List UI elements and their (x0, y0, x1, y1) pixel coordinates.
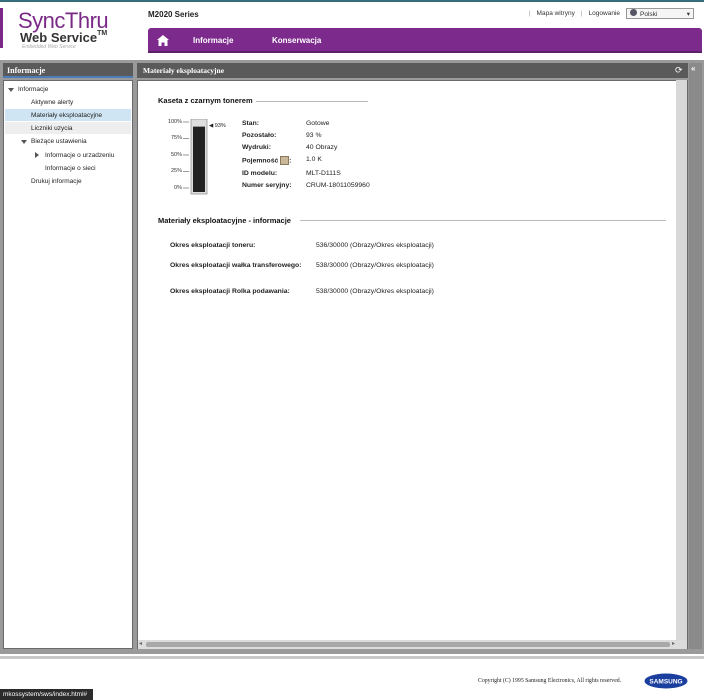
logo-trademark: TM (97, 30, 108, 37)
sidebar-item-biezace-ustawienia[interactable]: Bieżące ustawienia (31, 138, 87, 145)
capacity-colon: : (289, 157, 292, 165)
language-value: Polski (640, 11, 658, 18)
nav-tab-konserwacja[interactable]: Konserwacja (272, 36, 321, 45)
svg-text:SAMSUNG: SAMSUNG (649, 679, 682, 686)
sidebar-item-informacje[interactable]: Informacje (18, 86, 48, 93)
samsung-logo: SAMSUNG (644, 673, 688, 689)
sidebar-item-materialy[interactable]: Materiały eksploatacyjne (31, 112, 102, 119)
collapse-arrow-icon[interactable] (34, 152, 40, 158)
copyright-text: Copyright (C) 1995 Samsung Electronics, … (478, 678, 622, 684)
top-accent-line (0, 0, 704, 2)
main-nav-bar-edge (148, 51, 702, 53)
globe-icon (630, 9, 637, 16)
expand-arrow-icon[interactable] (8, 87, 14, 93)
toner-life-value: 536/30000 (Obrazy/Okres eksploatacji) (316, 242, 434, 249)
capacity-label: Pojemność : (242, 156, 291, 165)
capacity-value: 1.0 K (306, 156, 322, 163)
serial-label: Numer seryjny: (242, 182, 292, 189)
pickup-roller-life-value: 538/30000 (Obrazy/Okres eksploatacji) (316, 288, 434, 295)
status-label: Stan: (242, 120, 259, 127)
gauge-tick-25: 25% (170, 168, 182, 174)
home-icon[interactable] (157, 35, 169, 46)
status-value: Gotowe (306, 120, 330, 127)
capacity-label-text: Pojemność (242, 157, 279, 165)
content-panel: Kaseta z czarnym tonerem 100% 75% 50% 25… (137, 80, 688, 649)
gauge-tick-75: 75% (170, 135, 182, 141)
model-name: M2020 Series (148, 10, 199, 19)
gauge-tick-0: 0% (174, 185, 182, 191)
nav-tab-informacje[interactable]: Informacje (193, 36, 233, 45)
collapse-panel-icon[interactable]: « (691, 64, 695, 73)
expand-arrow-icon[interactable] (21, 139, 27, 145)
sidebar-tree: Informacje Aktywne alerty Materiały eksp… (3, 80, 133, 649)
gauge-tick-100: 100% (167, 119, 182, 125)
top-links: | Mapa witryny | Logowanie Polski ▾ (529, 8, 694, 19)
info-icon[interactable] (280, 156, 290, 165)
sidebar-item-informacje-o-urzadzeniu[interactable]: Informacje o urzadzeniu (45, 152, 114, 159)
status-bar-url: mkossystem/sws/index.html# (0, 689, 93, 700)
sidebar-item-aktywne-alerty[interactable]: Aktywne alerty (31, 99, 73, 106)
lifetime-section-title: Materiały eksploatacyjne - informacje (158, 216, 291, 225)
sidebar-item-liczniki[interactable]: Liczniki uzycia (31, 125, 73, 132)
logo-tagline: Embedded Web Service (22, 44, 76, 50)
prints-label: Wydruki: (242, 144, 271, 151)
toner-life-label: Okres eksploatacji toneru: (170, 242, 256, 249)
sitemap-link[interactable]: Mapa witryny (537, 10, 575, 17)
toner-level-gauge (183, 119, 208, 195)
transfer-roller-life-value: 538/30000 (Obrazy/Okres eksploatacji) (316, 262, 434, 269)
logo-accent-bar (0, 8, 3, 48)
sidebar-title: Informacje (3, 63, 133, 78)
transfer-roller-life-label: Okres eksploatacji wałka transferowego: (170, 262, 302, 269)
login-link[interactable]: Logowanie (589, 10, 620, 17)
dropdown-arrow-icon: ▾ (686, 10, 690, 18)
model-id-value: MLT-D111S (306, 170, 341, 177)
footer-divider (0, 656, 704, 659)
vertical-scrollbar[interactable] (676, 80, 687, 640)
model-id-label: ID modelu: (242, 170, 278, 177)
toner-level-marker: ◀ 93% (209, 122, 226, 129)
content-title: Materiały eksploatacyjne (137, 63, 688, 78)
toner-level-label: 93% (214, 122, 226, 129)
separator: | (528, 10, 531, 17)
section-divider (300, 220, 666, 221)
sidebar-item-informacje-o-sieci[interactable]: Informacje o sieci (45, 165, 96, 172)
serial-value: CRUM-18011059960 (306, 182, 370, 189)
refresh-icon[interactable]: ⟳ (675, 65, 683, 76)
logo-web-service: Web ServiceTM (20, 30, 107, 45)
prints-value: 40 Obrazy (306, 144, 338, 151)
language-select[interactable]: Polski ▾ (626, 8, 694, 19)
toner-section-title: Kaseta z czarnym tonerem (158, 96, 253, 105)
language-value-wrap: Polski (630, 9, 657, 18)
sidebar-item-drukuj-informacje[interactable]: Drukuj informacje (31, 178, 82, 185)
section-divider (256, 101, 368, 102)
horizontal-scrollbar-thumb[interactable] (146, 642, 670, 647)
scroll-left-icon[interactable]: ◂ (139, 640, 142, 647)
remaining-label: Pozostało: (242, 132, 277, 139)
right-panel-strip (689, 63, 702, 649)
logo-web-service-text: Web Service (20, 30, 98, 45)
remaining-value: 93 % (306, 132, 322, 139)
separator: | (580, 10, 583, 17)
scroll-right-icon[interactable]: ▸ (672, 640, 675, 647)
pickup-roller-life-label: Okres eksploatacji Rolka podawania: (170, 288, 290, 295)
gauge-tick-50: 50% (170, 152, 182, 158)
